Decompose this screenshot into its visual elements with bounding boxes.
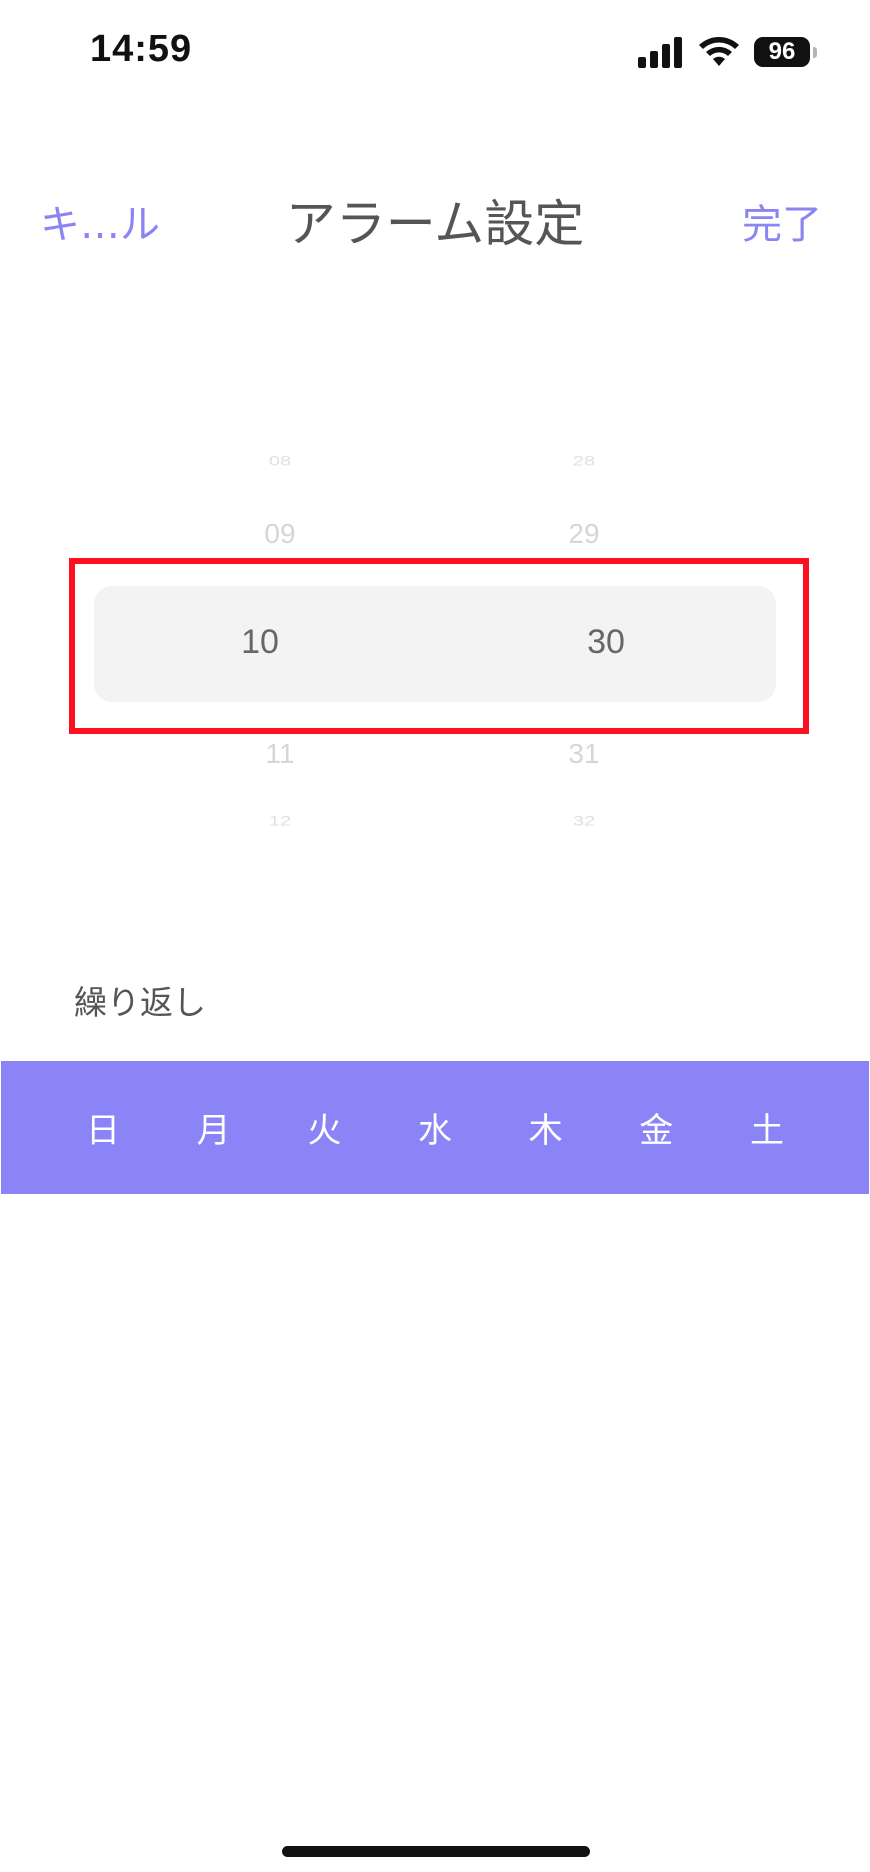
status-icons: 96 <box>636 32 817 72</box>
page-title: アラーム設定 <box>285 195 585 253</box>
nav-bar: キ…ル アラーム設定 完了 <box>0 170 870 260</box>
battery-icon: 96 <box>754 37 817 67</box>
weekday-wednesday[interactable]: 水 <box>395 1103 475 1152</box>
status-time: 14:59 <box>90 28 193 70</box>
minute-option[interactable]: 29 <box>474 518 694 550</box>
done-button[interactable]: 完了 <box>742 192 822 250</box>
hour-option[interactable]: 09 <box>170 518 390 550</box>
wifi-icon <box>699 37 739 66</box>
battery-tip <box>813 47 817 58</box>
weekday-friday[interactable]: 金 <box>616 1103 696 1152</box>
minute-option[interactable]: 31 <box>474 738 694 770</box>
repeat-label: 繰り返し <box>74 983 206 1022</box>
minute-option[interactable]: 32 <box>474 813 694 829</box>
status-bar: 14:59 96 <box>0 0 870 110</box>
weekday-tuesday[interactable]: 火 <box>284 1103 364 1152</box>
hour-option[interactable]: 12 <box>170 813 390 829</box>
hour-option[interactable]: 08 <box>170 453 390 469</box>
highlight-box <box>69 558 809 734</box>
hour-option[interactable]: 11 <box>170 738 390 770</box>
weekday-selector: 日 月 火 水 木 金 土 <box>1 1061 869 1194</box>
time-picker[interactable]: 08 09 11 12 28 29 31 32 10 30 <box>0 420 870 860</box>
weekday-thursday[interactable]: 木 <box>506 1103 586 1152</box>
weekday-saturday[interactable]: 土 <box>727 1103 807 1152</box>
signal-icon <box>638 37 682 68</box>
weekday-sunday[interactable]: 日 <box>63 1103 143 1152</box>
battery-level: 96 <box>768 38 796 65</box>
home-indicator[interactable] <box>282 1846 590 1857</box>
minute-option[interactable]: 28 <box>474 453 694 469</box>
weekday-monday[interactable]: 月 <box>174 1103 254 1152</box>
